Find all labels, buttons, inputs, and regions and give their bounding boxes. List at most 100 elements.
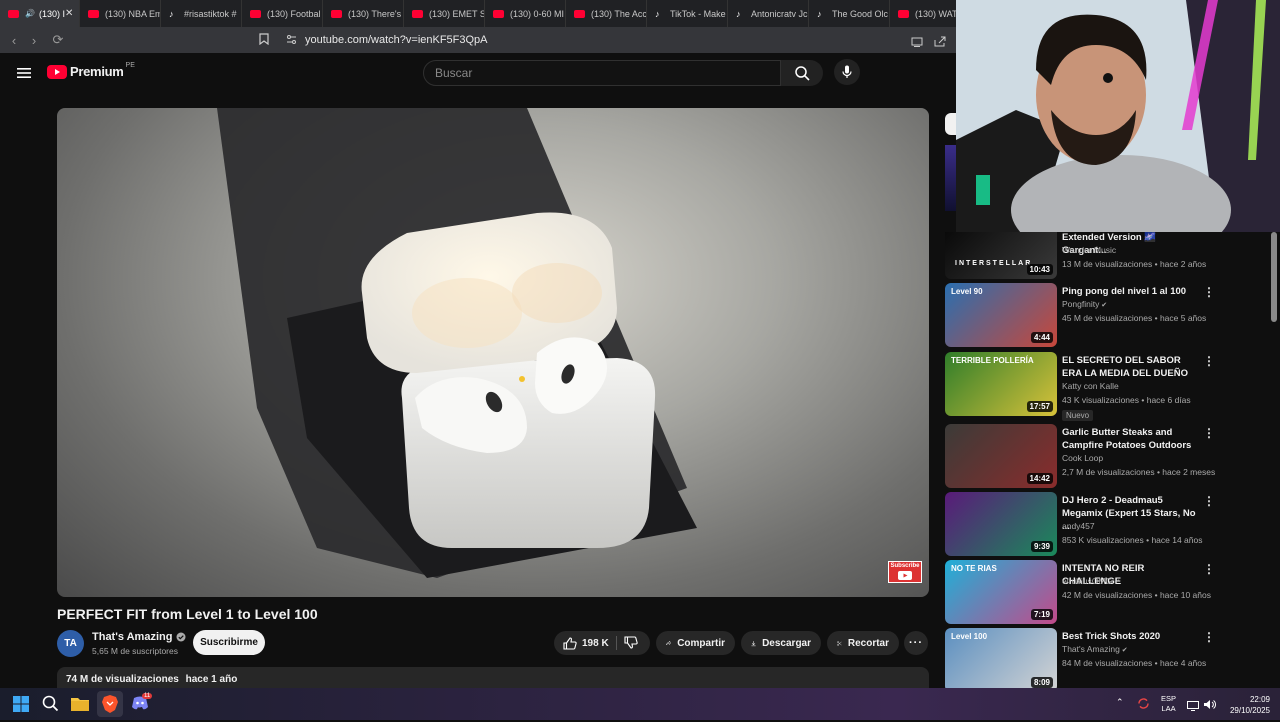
bookmark-icon[interactable] [259, 33, 269, 48]
clip-button[interactable]: Recortar [827, 631, 899, 655]
tab-label: (130) Footbal [267, 8, 321, 19]
recommendation-title[interactable]: Garlic Butter Steaks and Campfire Potato… [1062, 426, 1197, 452]
recommendation-item[interactable]: TERRIBLE POLLERÍA 17:57 EL SECRETO DEL SAB… [945, 352, 1275, 421]
tab-label: (130) I [38, 8, 65, 19]
windows-start-icon[interactable] [13, 696, 29, 717]
recommendation-channel[interactable]: elrubiusOMG ✔ [1062, 576, 1120, 586]
forward-icon[interactable]: › [24, 33, 44, 48]
recommendation-item[interactable]: Level 90 4:44 Ping pong del nivel 1 al 100… [945, 283, 1275, 347]
video-thumbnail[interactable]: TERRIBLE POLLERÍA 17:57 [945, 352, 1057, 416]
windows-taskbar: 11 ⌃ ESP LAA 22:09 29/10/2025 [0, 688, 1280, 720]
browser-tab[interactable]: ♪ Antonicratv Jc [728, 0, 809, 27]
video-thumbnail[interactable]: INTERSTELLAR 10:43 [945, 232, 1057, 279]
recommendation-channel[interactable]: Katty con Kalle [1062, 381, 1119, 391]
browser-tab[interactable]: ♪ The Good Olc [809, 0, 890, 27]
channel-avatar[interactable]: TA [57, 630, 84, 657]
video-duration: 4:44 [1030, 332, 1053, 343]
search-input[interactable]: Buscar [423, 60, 781, 86]
share-page-icon[interactable] [934, 34, 946, 52]
site-info-icon[interactable] [286, 34, 297, 48]
back-icon[interactable]: ‹ [4, 33, 24, 48]
thumbs-up-icon [563, 636, 577, 650]
network-icon[interactable] [1187, 698, 1199, 716]
more-vertical-icon[interactable]: ⋮ [1203, 426, 1215, 440]
channel-name-row[interactable]: That's Amazing [92, 631, 186, 643]
more-vertical-icon[interactable]: ⋮ [1203, 494, 1215, 508]
verified-icon: ✔ [1099, 302, 1108, 309]
search-button[interactable] [781, 60, 823, 86]
video-thumbnail[interactable]: Level 90 4:44 [945, 283, 1057, 347]
youtube-logo[interactable]: Premium PE [47, 62, 135, 79]
browser-tab[interactable]: (130) There's [323, 0, 404, 27]
recommendation-channel[interactable]: Cook Loop [1062, 453, 1103, 463]
close-tab-icon[interactable]: ✕ [65, 8, 73, 19]
more-actions-button[interactable]: ··· [904, 631, 928, 655]
verified-icon: ✔ [1119, 647, 1128, 654]
file-explorer-icon[interactable] [71, 696, 89, 716]
youtube-favicon-icon [88, 9, 99, 18]
tiktok-icon: ♪ [655, 8, 660, 19]
menu-icon[interactable] [17, 66, 31, 84]
video-thumbnail[interactable]: NO TE RIAS 7:19 [945, 560, 1057, 624]
like-button[interactable]: 198 K [563, 636, 609, 650]
language-indicator[interactable]: ESP LAA [1161, 694, 1176, 714]
address-bar[interactable]: youtube.com/watch?v=ienKF5F3QpA [278, 30, 958, 50]
download-button[interactable]: Descargar [741, 631, 821, 655]
subscribe-watermark[interactable]: Subscribe [888, 561, 922, 583]
verified-icon: ✔ [1112, 579, 1120, 586]
recommendation-item[interactable]: 14:42 Garlic Butter Steaks and Campfire P… [945, 424, 1275, 488]
thumbs-down-icon [624, 636, 638, 649]
browser-tab[interactable]: ♪ #risastiktok # [161, 0, 242, 27]
tab-label: (130) NBA Em [105, 8, 161, 19]
recommendation-item[interactable]: Level 100 8:09 Best Trick Shots 2020 That's… [945, 628, 1275, 692]
clock[interactable]: 22:09 29/10/2025 [1222, 694, 1270, 716]
recommendation-title[interactable]: Best Trick Shots 2020 [1062, 630, 1197, 643]
recommendation-item[interactable]: NO TE RIAS 7:19 INTENTA NO REIR CHALLENGE e… [945, 560, 1275, 624]
cast-icon[interactable] [911, 34, 923, 52]
more-vertical-icon[interactable]: ⋮ [1203, 562, 1215, 576]
youtube-favicon-icon [8, 9, 19, 18]
tab-label: (130) EMET SI [429, 8, 485, 19]
search-icon [794, 65, 810, 81]
browser-tab[interactable]: (130) NBA Em [80, 0, 161, 27]
browser-tab[interactable]: (130) The Acc [566, 0, 647, 27]
voice-search-button[interactable] [834, 59, 860, 85]
share-button[interactable]: Compartir [656, 631, 735, 655]
more-vertical-icon[interactable]: ⋮ [1203, 630, 1215, 644]
recommendation-item[interactable]: 9:39 DJ Hero 2 - Deadmau5 Megamix (Expert… [945, 492, 1275, 556]
browser-tab[interactable]: ♪ TikTok - Make [647, 0, 728, 27]
browser-tab[interactable]: (130) Footbal [242, 0, 323, 27]
recommendation-channel[interactable]: That's Amazing ✔ [1062, 644, 1128, 654]
recommendation-title[interactable]: EL SECRETO DEL SABOR ERA LA MEDIA DEL DU… [1062, 354, 1197, 380]
browser-tab[interactable]: (130) EMET SI [404, 0, 485, 27]
taskbar-search-icon[interactable] [42, 695, 59, 717]
recommendation-channel[interactable]: Pongfinity ✔ [1062, 299, 1107, 309]
recommendation-meta: 42 M de visualizaciones • hace 10 años [1062, 590, 1211, 600]
sync-tray-icon[interactable] [1137, 697, 1150, 715]
recommendation-channel[interactable]: andy457 [1062, 521, 1095, 531]
video-thumbnail[interactable]: 14:42 [945, 424, 1057, 488]
tab-label: Antonicratv Jc [751, 8, 808, 19]
thumbnail-text: Level 90 [951, 287, 983, 296]
reload-icon[interactable]: ⟳ [48, 32, 68, 48]
audio-playing-icon[interactable]: 🔊 [25, 9, 35, 18]
dislike-button[interactable] [624, 636, 638, 652]
scrollbar-thumb[interactable] [1271, 232, 1277, 322]
more-vertical-icon[interactable]: ⋮ [1203, 354, 1215, 368]
brave-browser-icon[interactable] [97, 691, 123, 717]
subscribe-button[interactable]: Suscribirme [193, 630, 265, 655]
recommendation-channel[interactable]: Wonder Music [1062, 245, 1116, 255]
browser-tab[interactable]: 🔊 (130) I ✕ [0, 0, 80, 27]
webcam-overlay [956, 0, 1280, 232]
more-vertical-icon[interactable]: ⋮ [1203, 285, 1215, 299]
view-count: 74 M de visualizaciones [66, 674, 179, 685]
tab-label: The Good Olc [832, 8, 889, 19]
recommendation-title[interactable]: Ping pong del nivel 1 al 100 [1062, 285, 1197, 298]
volume-icon[interactable] [1203, 697, 1216, 715]
youtube-favicon-icon [412, 9, 423, 18]
tray-expand-icon[interactable]: ⌃ [1116, 697, 1124, 708]
video-thumbnail[interactable]: 9:39 [945, 492, 1057, 556]
video-player[interactable]: Subscribe [57, 108, 929, 597]
video-thumbnail[interactable]: Level 100 8:09 [945, 628, 1057, 692]
browser-tab[interactable]: (130) 0-60 MI [485, 0, 566, 27]
